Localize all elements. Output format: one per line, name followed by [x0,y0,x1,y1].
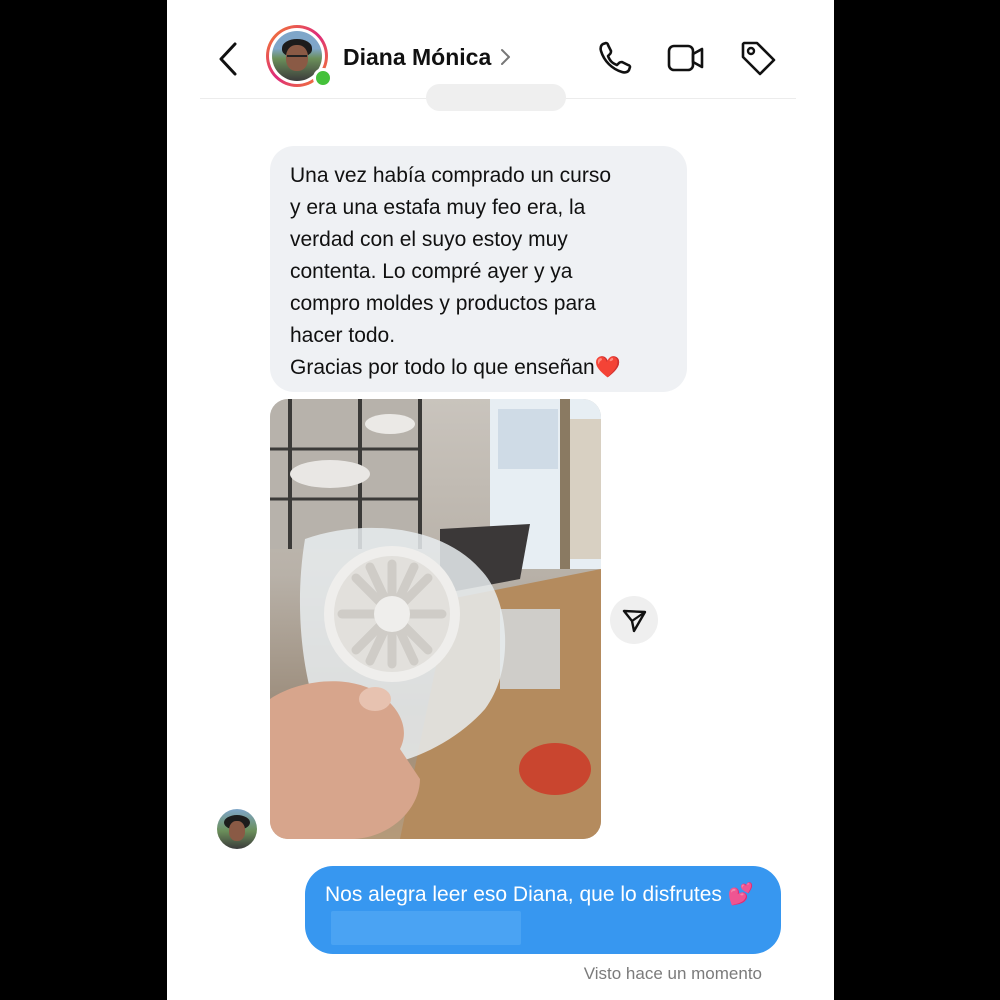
contact-name[interactable]: Diana Mónica [343,44,491,71]
incoming-message-bubble[interactable]: Una vez había comprado un curso y era un… [270,146,687,392]
tag-icon[interactable] [738,38,778,78]
date-pill [426,84,566,111]
sender-avatar[interactable] [217,809,257,849]
incoming-message-text: Una vez había comprado un curso y era un… [290,164,621,379]
incoming-photo-message[interactable] [270,399,601,839]
photo-image [270,399,601,839]
online-status-dot [313,68,333,88]
outgoing-message-bubble[interactable]: Nos alegra leer eso Diana, que lo disfru… [305,866,781,954]
video-camera-icon[interactable] [665,38,705,78]
back-arrow-icon[interactable] [213,40,245,78]
chat-screen: Diana Mónica Una vez había comprado un c… [167,0,834,1000]
seen-status: Visto hace un momento [583,964,762,983]
redacted-area [331,911,521,945]
outgoing-message-text: Nos alegra leer eso Diana, que lo disfru… [325,883,754,906]
share-button[interactable] [610,596,658,644]
send-icon [622,609,647,633]
chevron-right-icon[interactable] [499,46,513,68]
phone-icon[interactable] [595,38,635,78]
